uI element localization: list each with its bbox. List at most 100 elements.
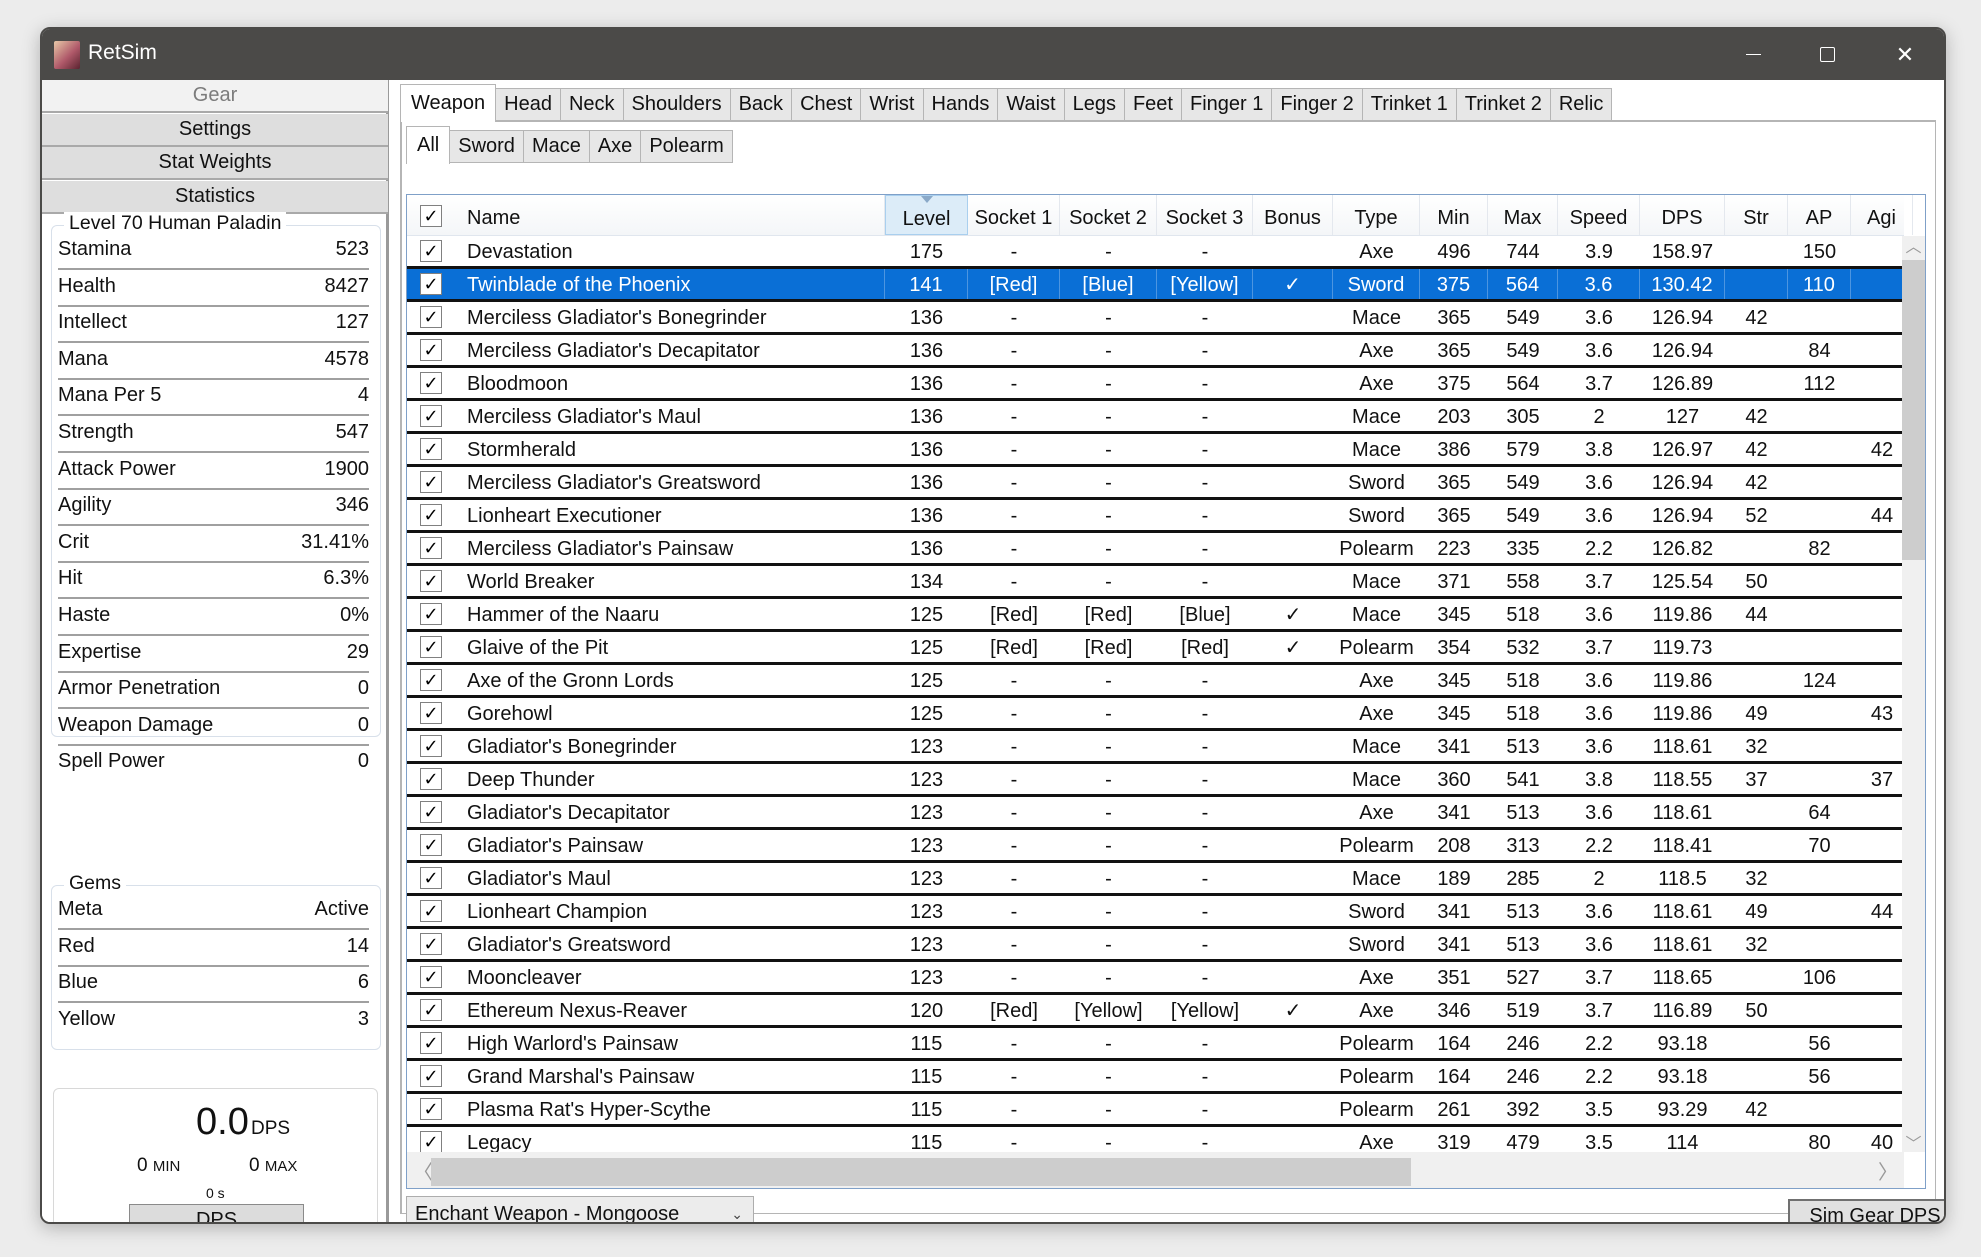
tab-wrist[interactable]: Wrist [861,88,924,121]
row-checkbox[interactable]: ✓ [420,735,442,757]
table-row[interactable]: ✓ Merciless Gladiator's Painsaw 136 - - - Pole… [407,533,1904,566]
table-row[interactable]: ✓ Grand Marshal's Painsaw 115 - - - Polearm 164… [407,1061,1904,1094]
row-checkbox[interactable]: ✓ [420,603,442,625]
row-checkbox[interactable]: ✓ [420,438,442,460]
tab-neck[interactable]: Neck [560,88,624,121]
sidebar-item-gear[interactable]: Gear [42,80,388,113]
row-checkbox[interactable]: ✓ [420,570,442,592]
column-header-level[interactable]: Level [885,195,968,235]
column-header-dps[interactable]: DPS [1640,195,1725,235]
row-checkbox[interactable]: ✓ [420,1131,442,1152]
tab-finger-2[interactable]: Finger 2 [1272,88,1363,121]
column-header-socket-2[interactable]: Socket 2 [1060,195,1157,235]
tab-feet[interactable]: Feet [1124,88,1182,121]
column-header-max[interactable]: Max [1488,195,1558,235]
row-checkbox[interactable]: ✓ [420,240,442,262]
column-header-socket-3[interactable]: Socket 3 [1157,195,1253,235]
vertical-scrollbar[interactable]: ︿ ﹀ [1902,236,1925,1153]
column-header-speed[interactable]: Speed [1558,195,1640,235]
table-row[interactable]: ✓ World Breaker 134 - - - Mace 371 558 3.7 125.54 5… [407,566,1904,599]
column-header-ap[interactable]: AP [1788,195,1851,235]
row-checkbox[interactable]: ✓ [420,1032,442,1054]
row-checkbox[interactable]: ✓ [420,834,442,856]
table-row[interactable]: ✓ Plasma Rat's Hyper-Scythe 115 - - - Polearm 2… [407,1094,1904,1127]
row-checkbox[interactable]: ✓ [420,966,442,988]
column-header-min[interactable]: Min [1420,195,1488,235]
scroll-left-icon[interactable]: 〈 [413,1156,433,1185]
column-header-type[interactable]: Type [1333,195,1420,235]
tab-back[interactable]: Back [730,88,793,121]
row-checkbox[interactable]: ✓ [420,669,442,691]
scroll-up-icon[interactable]: ︿ [1902,236,1925,258]
table-row[interactable]: ✓ Deep Thunder 123 - - - Mace 360 541 3.8 118.55 37… [407,764,1904,797]
horizontal-scrollbar[interactable]: 〈 〉 [407,1152,1904,1188]
dps-button[interactable]: DPS [129,1204,304,1222]
tab-head[interactable]: Head [496,88,561,121]
sidebar-item-stat-weights[interactable]: Stat Weights [42,147,388,180]
tab-legs[interactable]: Legs [1064,88,1125,121]
tab-weapon[interactable]: Weapon [400,84,497,122]
row-checkbox[interactable]: ✓ [420,999,442,1021]
table-row[interactable]: ✓ Twinblade of the Phoenix 141 [Red] [Blue][… [407,269,1904,302]
table-row[interactable]: ✓ Bloodmoon 136 - - - Axe 375 564 3.7 126.89 112 [407,368,1904,401]
row-checkbox[interactable]: ✓ [420,1098,442,1120]
column-header-str[interactable]: Str [1725,195,1788,235]
minimize-button[interactable] [1714,29,1792,80]
table-row[interactable]: ✓ Stormherald 136 - - - Mace 386 579 3.8 126.97 42 4… [407,434,1904,467]
table-row[interactable]: ✓ Merciless Gladiator's Decapitator 136 - - -… [407,335,1904,368]
tab-finger-1[interactable]: Finger 1 [1181,88,1273,121]
table-row[interactable]: ✓ Gorehowl 125 - - - Axe 345 518 3.6 119.86 49 43 [407,698,1904,731]
subtab-sword[interactable]: Sword [450,130,524,163]
scroll-down-icon[interactable]: ﹀ [1902,1130,1925,1153]
tab-waist[interactable]: Waist [998,88,1065,121]
enchant-select[interactable]: Enchant Weapon - Mongoose ⌄ [406,1196,754,1222]
subtab-axe[interactable]: Axe [589,130,642,163]
table-row[interactable]: ✓ Merciless Gladiator's Greatsword 136 - - - S… [407,467,1904,500]
tab-relic[interactable]: Relic [1550,88,1613,121]
row-checkbox[interactable]: ✓ [420,339,442,361]
row-checkbox[interactable]: ✓ [420,504,442,526]
row-checkbox[interactable]: ✓ [420,702,442,724]
table-row[interactable]: ✓ Gladiator's Painsaw 123 - - - Polearm 208 313 2… [407,830,1904,863]
table-row[interactable]: ✓ Devastation 175 - - - Axe 496 744 3.9 158.97 150 [407,236,1904,269]
column-header-bonus[interactable]: Bonus [1253,195,1333,235]
row-checkbox[interactable]: ✓ [420,636,442,658]
row-checkbox[interactable]: ✓ [420,867,442,889]
row-checkbox[interactable]: ✓ [420,273,442,295]
table-row[interactable]: ✓ Legacy 115 - - - Axe 319 479 3.5 114 80 40 [407,1127,1904,1152]
sim-gear-dps-button[interactable]: Sim Gear DPS [1788,1199,1944,1222]
row-checkbox[interactable]: ✓ [420,537,442,559]
column-header-name[interactable]: Name [457,195,885,235]
table-row[interactable]: ✓ Gladiator's Maul 123 - - - Mace 189 285 2 118.5 3… [407,863,1904,896]
sidebar-item-settings[interactable]: Settings [42,113,388,147]
row-checkbox[interactable]: ✓ [420,372,442,394]
column-header-agi[interactable]: Agi [1851,195,1913,235]
row-checkbox[interactable]: ✓ [420,306,442,328]
table-row[interactable]: ✓ Ethereum Nexus-Reaver 120 [Red] [Yellow] [Y… [407,995,1904,1028]
subtab-polearm[interactable]: Polearm [641,130,733,163]
row-checkbox[interactable]: ✓ [420,768,442,790]
table-row[interactable]: ✓ Lionheart Executioner 136 - - - Sword 365 549 3… [407,500,1904,533]
maximize-button[interactable] [1788,29,1866,80]
horizontal-scroll-thumb[interactable] [431,1158,1411,1186]
row-checkbox[interactable]: ✓ [420,1065,442,1087]
vertical-scroll-thumb[interactable] [1902,260,1925,560]
title-bar[interactable]: RetSim ✕ [42,29,1944,80]
sidebar-item-statistics[interactable]: Statistics [42,180,388,214]
table-row[interactable]: ✓ Merciless Gladiator's Bonegrinder 136 - - -… [407,302,1904,335]
tab-trinket-1[interactable]: Trinket 1 [1362,88,1457,121]
table-row[interactable]: ✓ Glaive of the Pit 125 [Red] [Red] [Red] ✓ Pol… [407,632,1904,665]
subtab-mace[interactable]: Mace [523,130,590,163]
table-row[interactable]: ✓ Merciless Gladiator's Maul 136 - - - Mace 203… [407,401,1904,434]
row-checkbox[interactable]: ✓ [420,405,442,427]
table-row[interactable]: ✓ High Warlord's Painsaw 115 - - - Polearm 164 2… [407,1028,1904,1061]
row-checkbox[interactable]: ✓ [420,933,442,955]
table-row[interactable]: ✓ Mooncleaver 123 - - - Axe 351 527 3.7 118.65 106 [407,962,1904,995]
tab-hands[interactable]: Hands [923,88,999,121]
table-row[interactable]: ✓ Gladiator's Greatsword 123 - - - Sword 341 513… [407,929,1904,962]
table-row[interactable]: ✓ Gladiator's Decapitator 123 - - - Axe 341 513 3… [407,797,1904,830]
row-checkbox[interactable]: ✓ [420,801,442,823]
subtab-all[interactable]: All [406,126,451,164]
table-row[interactable]: ✓ Axe of the Gronn Lords 125 - - - Axe 345 518 3.… [407,665,1904,698]
table-row[interactable]: ✓ Gladiator's Bonegrinder 123 - - - Mace 341 513… [407,731,1904,764]
